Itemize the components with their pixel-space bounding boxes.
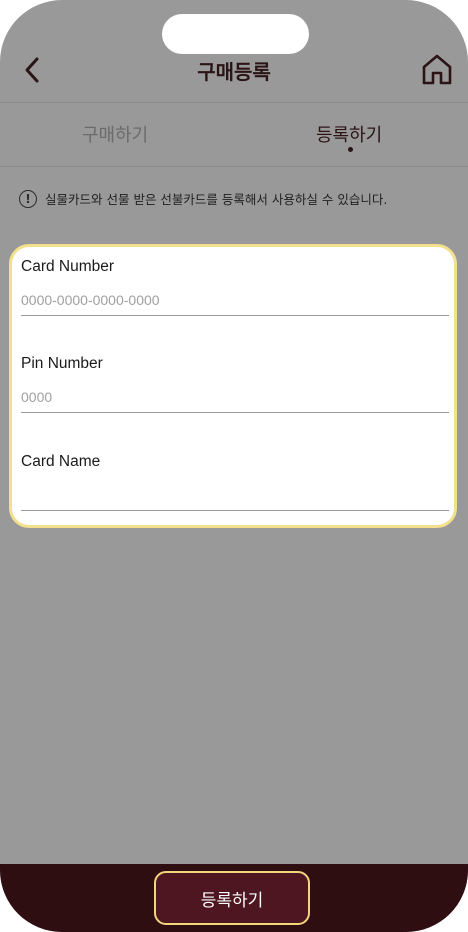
card-name-input[interactable] [21,483,449,511]
app-header: 구매등록 [0,0,468,103]
tab-buy[interactable]: 구매하기 [82,121,148,147]
tab-register[interactable]: 등록하기 [316,121,382,147]
card-number-label: Card Number [21,258,115,275]
card-number-input[interactable] [21,288,449,316]
home-button[interactable] [418,50,456,88]
home-icon [422,54,452,85]
pin-number-input[interactable] [21,385,449,413]
card-name-field: Card Name [21,453,449,511]
card-number-field: Card Number [21,258,449,316]
card-registration-form: Card Number Pin Number Card Name [9,244,457,528]
phone-screen: 구매등록 구매하기 등록하기 ! 실물카드와 선물 받은 선불카드를 등록해서 … [0,0,468,932]
pin-number-field: Pin Number [21,355,449,413]
card-name-label: Card Name [21,453,101,470]
pin-number-label: Pin Number [21,355,103,372]
tab-bar: 구매하기 등록하기 [0,103,468,167]
active-tab-indicator [348,147,353,152]
register-button[interactable]: 등록하기 [154,871,310,925]
page-title: 구매등록 [197,60,271,84]
notice-text: 실물카드와 선물 받은 선불카드를 등록해서 사용하실 수 있습니다. [45,192,388,207]
bottom-bar: 등록하기 [0,864,468,932]
notice: ! 실물카드와 선물 받은 선불카드를 등록해서 사용하실 수 있습니다. [19,189,387,208]
exclamation-circle-icon: ! [19,189,37,208]
